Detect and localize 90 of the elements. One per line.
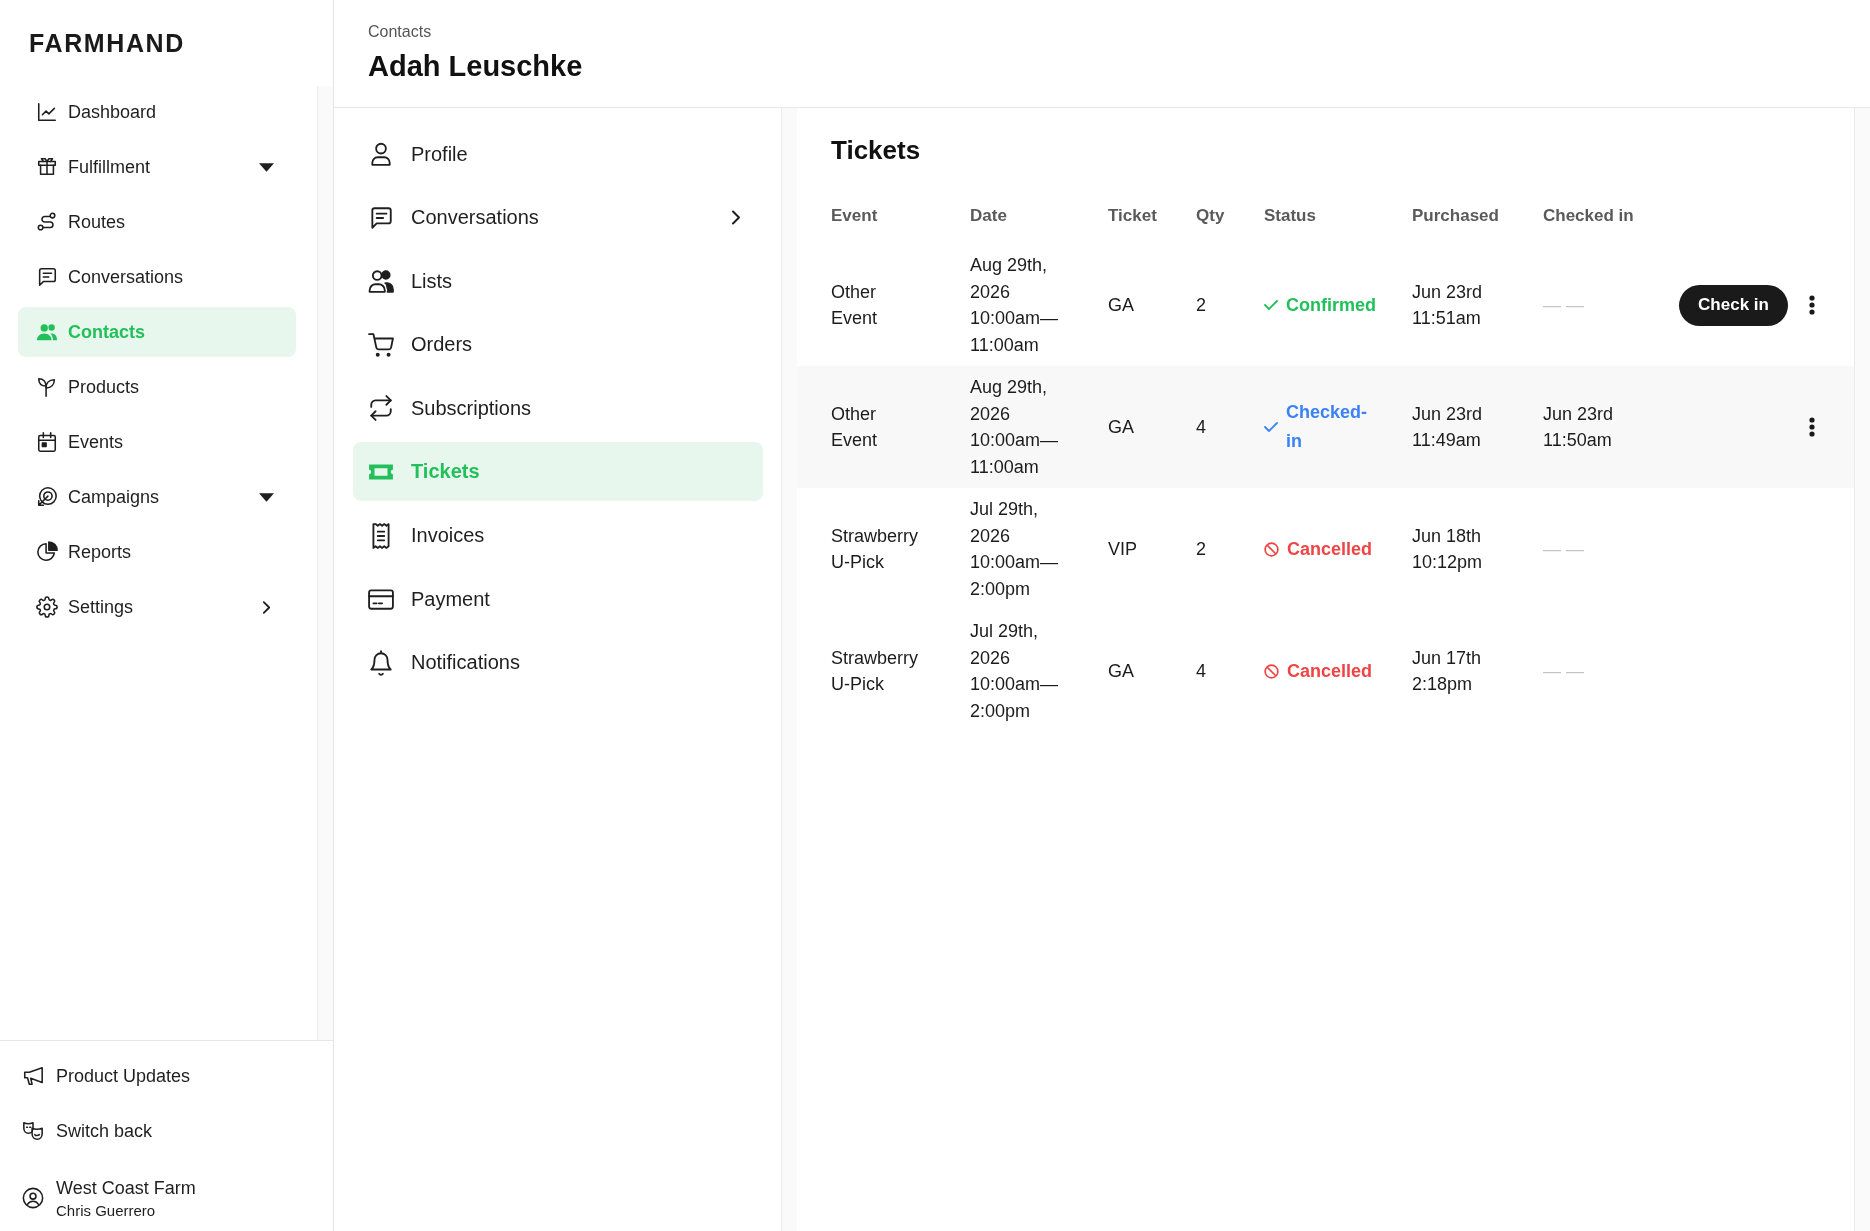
table-cell-text: Other Event	[831, 280, 879, 330]
table-cell-text: GA	[1108, 293, 1134, 317]
table-cell-text: Aug 29th, 2026 10:00am—11:00am	[970, 376, 1060, 479]
megaphone-icon	[22, 1065, 44, 1087]
footer-link[interactable]: Switch back	[0, 1108, 161, 1154]
table-cell-text: Strawberry U-Pick	[831, 646, 920, 696]
contact-nav-item[interactable]: Payment	[353, 569, 763, 629]
status-label: Cancelled	[1287, 537, 1373, 561]
contact-nav-item[interactable]: Conversations	[353, 188, 763, 248]
column-header: Ticket	[1108, 206, 1157, 226]
check-in-button[interactable]: Check in	[1679, 284, 1788, 326]
contact-nav-item[interactable]: Invoices	[353, 506, 763, 566]
page-title: Adah Leuschke	[368, 49, 583, 84]
column-header: Status	[1264, 206, 1316, 226]
user-circle-icon	[22, 1187, 44, 1209]
table-cell-text: Jun 23rd 11:50am	[1543, 402, 1615, 452]
column-header: Purchased	[1412, 206, 1499, 226]
chevron-right-icon	[731, 209, 741, 227]
breadcrumb-link[interactable]: Contacts	[368, 22, 432, 42]
sidebar-item[interactable]: Events	[18, 417, 296, 467]
route-icon	[36, 211, 58, 233]
sidebar-item[interactable]: Dashboard	[18, 87, 296, 137]
people-icon	[36, 321, 58, 343]
user-icon	[368, 141, 394, 167]
people-icon	[368, 268, 394, 295]
table-cell-text: 2	[1196, 537, 1206, 561]
sprout-icon	[36, 376, 58, 398]
chat-icon	[368, 204, 394, 231]
caret-down-icon	[259, 492, 274, 502]
table-cell-text: 4	[1196, 659, 1206, 683]
prohibited-icon	[1264, 663, 1279, 679]
chat-icon	[36, 266, 58, 288]
column-header: Checked in	[1543, 206, 1634, 226]
more-options-icon[interactable]	[1809, 417, 1815, 437]
table-cell-text: Aug 29th, 2026 10:00am—11:00am	[970, 254, 1060, 357]
contact-nav-item[interactable]: Orders	[353, 315, 763, 375]
repeat-icon	[368, 395, 394, 422]
account-switcher[interactable]: West Coast Farm Chris Guerrero	[0, 1175, 204, 1221]
sidebar-item[interactable]: Routes	[18, 197, 296, 247]
empty-value: ——	[1543, 537, 1589, 561]
table-cell-text: Strawberry U-Pick	[831, 524, 920, 574]
sidebar-item[interactable]: Fulfillment	[18, 142, 296, 192]
settings-icon	[36, 596, 58, 618]
chevron-right-icon	[262, 599, 271, 615]
contact-nav-item[interactable]: Lists	[353, 251, 763, 311]
pie-chart-icon	[36, 541, 58, 563]
empty-value: ——	[1543, 293, 1589, 317]
sidebar-item[interactable]: Reports	[18, 527, 296, 577]
sidebar-item[interactable]: Campaigns	[18, 472, 296, 522]
credit-card-icon	[368, 586, 394, 613]
sidebar-item[interactable]: Products	[18, 362, 296, 412]
table-cell-text: Jul 29th, 2026 10:00am—2:00pm	[970, 620, 1060, 723]
table-cell-text: GA	[1108, 659, 1134, 683]
sidebar-item[interactable]: Conversations	[18, 252, 296, 302]
footer-link[interactable]: Product Updates	[0, 1053, 199, 1099]
contact-nav-item[interactable]: Subscriptions	[353, 378, 763, 438]
table-cell-text: Jun 23rd 11:51am	[1412, 280, 1484, 330]
more-options-icon[interactable]	[1809, 295, 1815, 315]
table-cell-text: 4	[1196, 415, 1206, 439]
section-title: Tickets	[831, 134, 921, 166]
table-cell-text: Jul 29th, 2026 10:00am—2:00pm	[970, 498, 1060, 601]
line-chart-icon	[36, 101, 58, 123]
table-cell-text: Jun 18th 10:12pm	[1412, 524, 1484, 574]
table-cell-text: GA	[1108, 415, 1134, 439]
bell-icon	[368, 649, 394, 676]
target-icon	[36, 486, 58, 508]
status-label: Confirmed	[1286, 293, 1376, 317]
column-header: Date	[970, 206, 1007, 226]
table-cell-text: Jun 23rd 11:49am	[1412, 402, 1484, 452]
table-cell-text: Jun 17th 2:18pm	[1412, 646, 1483, 696]
empty-value: ——	[1543, 659, 1589, 683]
column-header: Event	[831, 206, 878, 226]
caret-down-icon	[259, 162, 274, 172]
contact-nav-item[interactable]: Notifications	[353, 633, 763, 693]
contact-nav-item[interactable]: Profile	[353, 124, 763, 184]
status-label: Cancelled	[1287, 659, 1373, 683]
gift-box-icon	[36, 156, 58, 178]
calendar-icon	[36, 431, 58, 453]
theater-masks-icon	[22, 1120, 44, 1142]
table-cell-text: 2	[1196, 293, 1206, 317]
check-icon	[1264, 300, 1278, 310]
cart-icon	[368, 331, 394, 358]
table-cell-text: Other Event	[831, 402, 879, 452]
check-icon	[1264, 422, 1278, 432]
prohibited-icon	[1264, 541, 1279, 557]
column-header: Qty	[1196, 206, 1225, 226]
table-cell-text: VIP	[1108, 537, 1137, 561]
sidebar-item[interactable]: Settings	[18, 582, 296, 632]
brand-logo: FARMHAND	[28, 27, 185, 59]
status-label: Checked-in	[1286, 401, 1369, 453]
